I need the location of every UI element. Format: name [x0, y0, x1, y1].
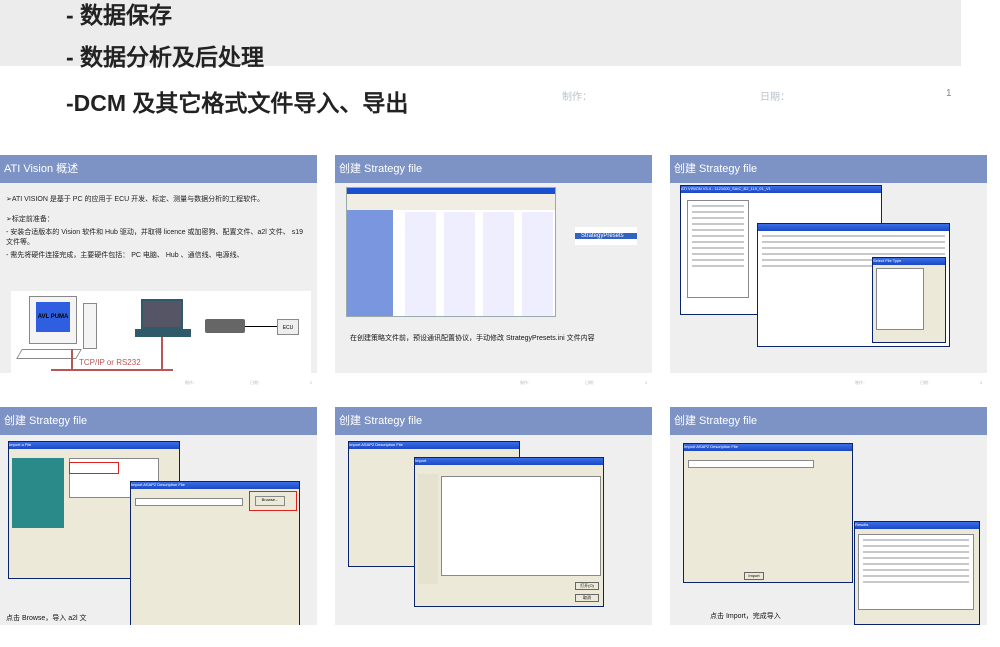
- slide-title: ATI Vision 概述: [0, 155, 317, 183]
- select-file-type-dialog: Select File Type: [872, 257, 946, 343]
- slide-title: 创建 Strategy file: [335, 407, 652, 435]
- caption: 在创建策略文件前，预设通讯配置协议，手动修改 StrategyPresets.i…: [350, 335, 595, 342]
- paragraph: ➢ATI VISION 是基于 PC 的应用于 ECU 开发、标定、测量与数据分…: [6, 196, 265, 203]
- bullet-text: - 数据保存: [66, 2, 173, 28]
- pc-label: AVL PUMA: [36, 302, 70, 332]
- footer-author: 制作：: [855, 380, 867, 385]
- slide-thumbnail-7[interactable]: 创建 Strategy file Import ASAP2 Descriptio…: [670, 407, 987, 647]
- import-file-dialog: Import 打开(O) 取消: [414, 457, 604, 607]
- page-number: 4: [980, 380, 983, 385]
- import-asap2-dialog: Import ASAP2 Description File Browse...: [130, 481, 300, 625]
- slide-thumbnail-5[interactable]: 创建 Strategy file Import a File Import AS…: [0, 407, 317, 647]
- footer-date: 日期：: [585, 380, 597, 385]
- slide-thumbnail-3[interactable]: 创建 Strategy file StrategyPresets 在创建策略文件…: [335, 155, 652, 395]
- file-list-crop: StrategyPresets: [575, 227, 637, 245]
- paragraph: - 安装合适版本的 Vision 软件和 Hub 驱动，并取得 licence …: [6, 229, 304, 246]
- caption: 点击 Browse，导入 a2l 文: [6, 615, 87, 622]
- results-dialog: Results: [854, 521, 980, 625]
- bullet-text: -DCM 及其它格式文件导入、导出: [66, 90, 409, 116]
- slide-thumbnail-4[interactable]: 创建 Strategy file ATI VISION V3.4 - 11210…: [670, 155, 987, 395]
- slide-title: 创建 Strategy file: [0, 407, 317, 435]
- page-number: 1: [946, 88, 952, 99]
- footer-author: 制作：: [520, 380, 532, 385]
- slide-thumbnail-6[interactable]: 创建 Strategy file Import ASAP2 Descriptio…: [335, 407, 652, 647]
- page-number: 3: [645, 380, 648, 385]
- caption: 点击 Import，完成导入: [710, 613, 781, 620]
- bullet-text: - 数据分析及后处理: [66, 44, 265, 70]
- page-number: 2: [310, 380, 313, 385]
- current-slide-bottom: - 数据保存 - 数据分析及后处理: [0, 0, 961, 70]
- footer-date: 日期：: [920, 380, 932, 385]
- slide-title: 创建 Strategy file: [335, 155, 652, 183]
- link-label: TCP/IP or RS232: [79, 358, 141, 367]
- import-button: Import: [744, 572, 764, 580]
- ecu-label: ECU: [277, 319, 299, 335]
- hardware-diagram: AVL PUMA ECU TCP/IP or RS232: [11, 291, 311, 373]
- footer-date: 日期：: [250, 380, 262, 385]
- explorer-screenshot: [346, 187, 556, 317]
- paragraph: ➢标定前准备：: [6, 216, 54, 223]
- footer-author: 制作：: [185, 380, 197, 385]
- footer-date: 日期：: [760, 92, 790, 103]
- slide-title: 创建 Strategy file: [670, 155, 987, 183]
- cancel-button: 取消: [575, 594, 599, 602]
- import-asap2-window: Import ASAP2 Description File Import: [683, 443, 853, 583]
- selected-file: StrategyPresets: [575, 233, 637, 239]
- paragraph: - 需先将硬件连接完成，主要硬件包括： PC 电脑、 Hub 、通信线、电源线、: [6, 252, 244, 259]
- open-button: 打开(O): [575, 582, 599, 590]
- footer-author: 制作：: [562, 92, 592, 103]
- slide-title: 创建 Strategy file: [670, 407, 987, 435]
- slide-thumbnail-2[interactable]: ATI Vision 概述 ➢ATI VISION 是基于 PC 的应用于 EC…: [0, 155, 317, 395]
